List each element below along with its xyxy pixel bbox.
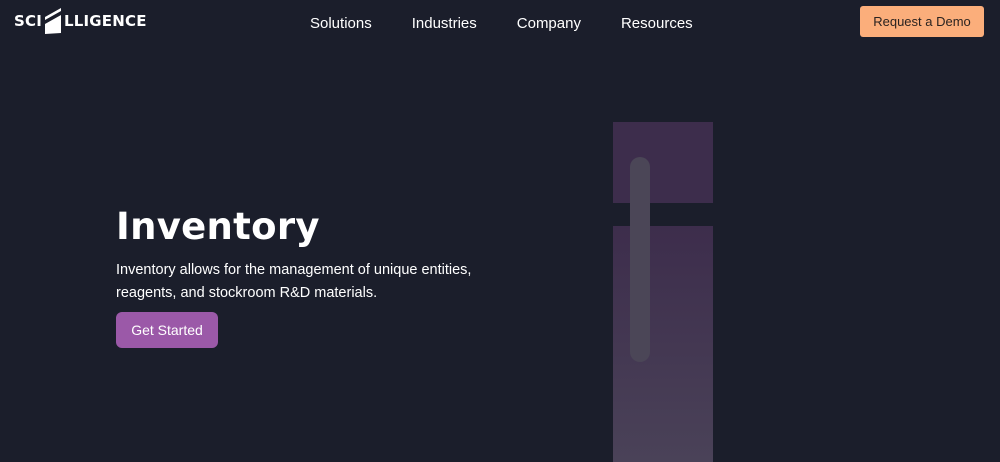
- nav-item-company[interactable]: Company: [517, 14, 581, 34]
- graphic-pill: [630, 157, 650, 362]
- logo-text-left: SCI: [14, 11, 42, 30]
- page-title: Inventory: [116, 205, 320, 248]
- main-nav: Solutions Industries Company Resources: [290, 14, 733, 34]
- nav-item-resources[interactable]: Resources: [621, 14, 693, 34]
- site-header: SCI LLIGENCE Solutions Industries Compan…: [0, 0, 1000, 46]
- graphic-block-bottom: [613, 226, 713, 462]
- page: SCI LLIGENCE Solutions Industries Compan…: [0, 0, 1000, 462]
- nav-item-industries[interactable]: Industries: [412, 14, 477, 34]
- graphic-block-top: [613, 122, 713, 203]
- logo[interactable]: SCI LLIGENCE: [14, 6, 147, 36]
- request-demo-button[interactable]: Request a Demo: [860, 6, 984, 37]
- hero-description: Inventory allows for the management of u…: [116, 262, 472, 301]
- logo-mark-icon: [45, 8, 61, 34]
- nav-item-solutions[interactable]: Solutions: [310, 14, 372, 34]
- hero-graphic: [613, 122, 713, 462]
- logo-text-right: LLIGENCE: [64, 11, 147, 30]
- get-started-button[interactable]: Get Started: [116, 312, 218, 348]
